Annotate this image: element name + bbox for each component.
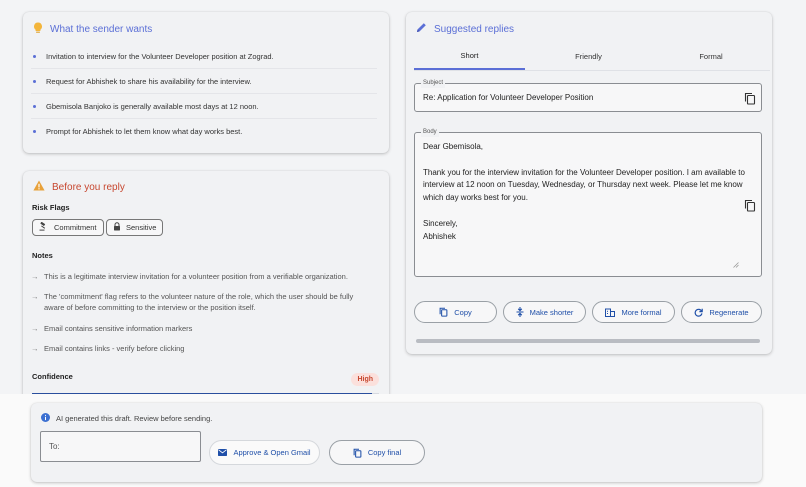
ai-notice: AI generated this draft. Review before s… bbox=[41, 413, 212, 424]
gavel-icon bbox=[39, 221, 49, 233]
lock-icon bbox=[113, 222, 121, 233]
pencil-icon bbox=[416, 22, 427, 36]
subject-value: Re: Application for Volunteer Developer … bbox=[423, 93, 594, 102]
mail-icon bbox=[218, 449, 228, 456]
flag-chip-commitment: Commitment bbox=[32, 219, 104, 236]
before-reply-title: Before you reply bbox=[52, 181, 125, 193]
list-item: Request for Abhishek to share his availa… bbox=[31, 69, 377, 94]
before-reply-card: Before you reply Risk Flags Commitment S… bbox=[23, 171, 389, 401]
suggested-replies-card: Suggested replies Short Friendly Formal … bbox=[406, 12, 772, 354]
note-item: → Email contains sensitive information ma… bbox=[31, 323, 369, 334]
note-item: → The 'commitment' flag refers to the vol… bbox=[31, 291, 369, 313]
tab-short[interactable]: Short bbox=[414, 43, 525, 70]
suggested-replies-title: Suggested replies bbox=[434, 23, 515, 35]
list-item-text: Gbemisola Banjoko is generally available… bbox=[46, 101, 259, 111]
flag-chip-label: Commitment bbox=[54, 223, 97, 232]
regenerate-button[interactable]: Regenerate bbox=[681, 301, 762, 323]
list-item-text: Invitation to interview for the Voluntee… bbox=[46, 51, 274, 61]
list-item-text: Prompt for Abhishek to let them know wha… bbox=[46, 127, 243, 136]
body-field[interactable]: Body Dear Gbemisola, Thank you for the i… bbox=[414, 128, 762, 277]
approve-label: Approve & Open Gmail bbox=[233, 448, 311, 457]
bullet-dot bbox=[33, 104, 36, 108]
copy-icon bbox=[439, 307, 448, 317]
confidence-badge: High bbox=[351, 373, 379, 386]
bullet-dot bbox=[33, 79, 36, 83]
note-text: Email contains sensitive information mar… bbox=[44, 324, 193, 333]
make-shorter-button[interactable]: Make shorter bbox=[503, 301, 586, 323]
building-icon bbox=[605, 308, 616, 317]
flag-chip-sensitive: Sensitive bbox=[106, 219, 164, 236]
approval-panel: AI generated this draft. Review before s… bbox=[31, 403, 762, 482]
body-text: Dear Gbemisola, Thank you for the interv… bbox=[423, 142, 745, 241]
horizontal-scrollbar[interactable] bbox=[416, 339, 760, 343]
arrow-right-icon: → bbox=[31, 344, 39, 353]
sender-wants-header: What the sender wants bbox=[33, 22, 152, 37]
risk-flags-label: Risk Flags bbox=[32, 203, 70, 212]
copy-subject-icon[interactable] bbox=[744, 92, 756, 105]
arrow-right-icon: → bbox=[31, 324, 39, 333]
list-item: Invitation to interview for the Voluntee… bbox=[31, 44, 377, 69]
more-formal-label: More formal bbox=[621, 307, 662, 317]
copy-icon bbox=[353, 448, 362, 458]
before-reply-header: Before you reply bbox=[33, 180, 125, 194]
warning-icon bbox=[33, 180, 45, 194]
more-formal-button[interactable]: More formal bbox=[592, 301, 675, 323]
ai-notice-text: AI generated this draft. Review before s… bbox=[56, 414, 213, 423]
notes-label: Notes bbox=[32, 251, 53, 260]
bullet-dot bbox=[33, 130, 36, 133]
tab-friendly[interactable]: Friendly bbox=[533, 43, 644, 70]
copy-button-label: Copy bbox=[454, 307, 472, 317]
compress-icon bbox=[516, 307, 524, 317]
suggested-replies-header: Suggested replies bbox=[416, 22, 514, 36]
body-label: Body bbox=[421, 128, 439, 137]
bullet-dot bbox=[33, 54, 36, 58]
subject-label: Subject bbox=[421, 79, 446, 88]
to-field[interactable]: To: bbox=[40, 431, 201, 462]
approve-open-gmail-button[interactable]: Approve & Open Gmail bbox=[209, 440, 320, 465]
subject-field[interactable]: Subject Re: Application for Volunteer De… bbox=[414, 79, 762, 112]
to-placeholder: To: bbox=[49, 442, 60, 451]
copy-final-button[interactable]: Copy final bbox=[329, 440, 425, 465]
copy-final-label: Copy final bbox=[367, 448, 402, 457]
regenerate-label: Regenerate bbox=[709, 307, 749, 317]
flag-chip-label: Sensitive bbox=[126, 223, 157, 232]
info-icon bbox=[41, 413, 50, 424]
note-text: The 'commitment' flag refers to the volu… bbox=[44, 292, 354, 312]
copy-button[interactable]: Copy bbox=[414, 301, 497, 323]
list-item-text: Request for Abhishek to share his availa… bbox=[46, 76, 252, 86]
reply-tabs: Short Friendly Formal bbox=[414, 43, 770, 71]
note-item: → Email contains links - verify before cl… bbox=[31, 343, 369, 354]
sender-wants-card: What the sender wants Invitation to inte… bbox=[23, 12, 389, 153]
note-item: → This is a legitimate interview invitati… bbox=[31, 271, 369, 282]
refresh-icon bbox=[694, 308, 704, 317]
note-text: Email contains links - verify before cli… bbox=[44, 344, 185, 353]
arrow-right-icon: → bbox=[31, 272, 39, 281]
list-item: Prompt for Abhishek to let them know wha… bbox=[31, 119, 377, 144]
tab-formal[interactable]: Formal bbox=[651, 43, 771, 70]
lightbulb-icon bbox=[33, 22, 43, 37]
list-item: Gbemisola Banjoko is generally available… bbox=[31, 94, 377, 119]
confidence-label: Confidence bbox=[32, 372, 73, 381]
sender-wants-title: What the sender wants bbox=[50, 24, 153, 35]
note-text: This is a legitimate interview invitatio… bbox=[44, 272, 348, 281]
copy-body-icon[interactable] bbox=[744, 199, 756, 212]
arrow-right-icon: → bbox=[31, 292, 39, 301]
make-shorter-label: Make shorter bbox=[529, 307, 574, 317]
resize-handle-icon[interactable] bbox=[733, 261, 739, 270]
